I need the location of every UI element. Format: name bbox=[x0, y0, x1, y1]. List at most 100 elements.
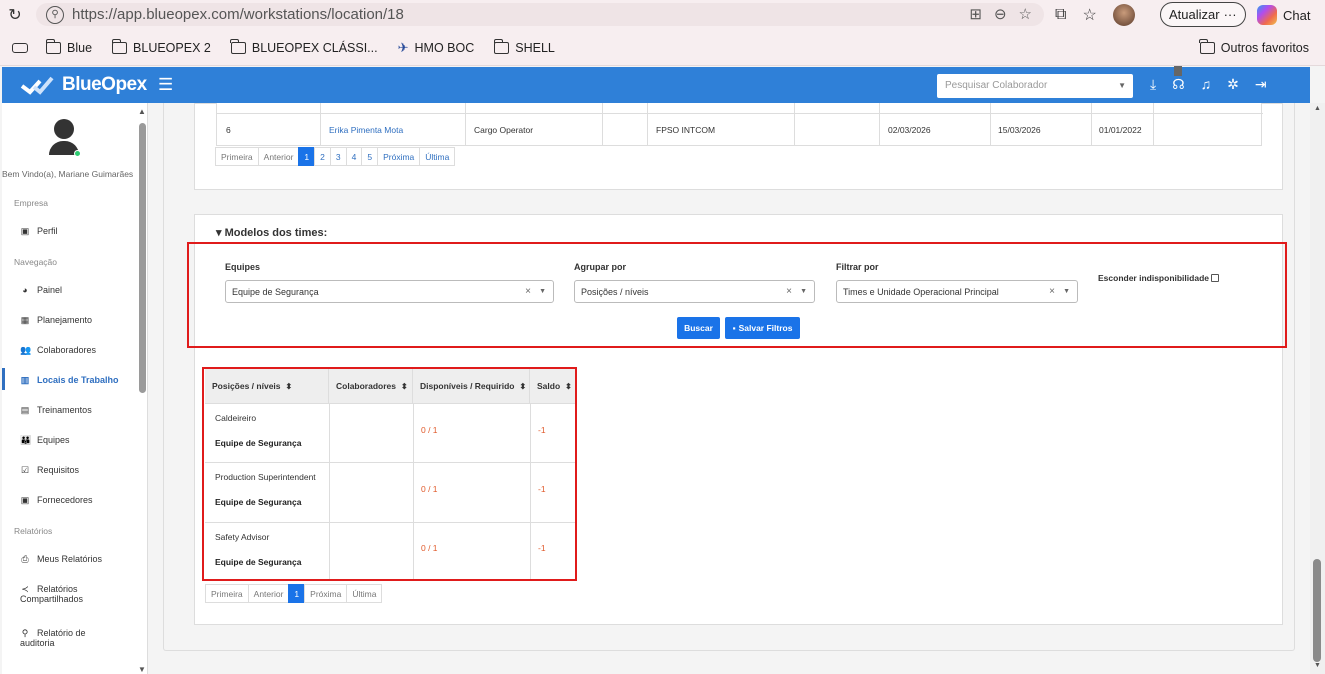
pager-page-2[interactable]: 2 bbox=[314, 147, 331, 166]
pager-next[interactable]: Próxima bbox=[304, 584, 348, 603]
sidebar-item-colaboradores[interactable]: 👥 Colaboradores bbox=[20, 345, 96, 356]
pager-page-1[interactable]: 1 bbox=[288, 584, 306, 603]
profile-avatar[interactable] bbox=[1112, 4, 1135, 26]
filtrar-select[interactable]: Times e Unidade Operacional Principal × … bbox=[836, 280, 1078, 303]
airplane-icon: ✈ bbox=[397, 39, 409, 55]
bookmark-blue[interactable]: Blue bbox=[45, 38, 93, 55]
address-bar[interactable]: ⚲ https://app.blueopex.com/workstations/… bbox=[36, 3, 1044, 26]
scroll-down-icon[interactable]: ▼ bbox=[1314, 662, 1321, 669]
save-filters-button[interactable]: ▪ Salvar Filtros bbox=[725, 317, 800, 339]
copilot-chat-button[interactable]: Chat bbox=[1257, 5, 1310, 25]
search-collaborator-select[interactable]: Pesquisar Colaborador ▼ bbox=[937, 74, 1133, 98]
bell-icon[interactable]: ♫ bbox=[1201, 76, 1212, 93]
sidebar-item-fornecedores[interactable]: ▣ Fornecedores bbox=[20, 495, 93, 506]
workers-table: 6 Erika Pimenta Mota Cargo Operator FPSO… bbox=[216, 103, 1263, 146]
url-text[interactable]: https://app.blueopex.com/workstations/lo… bbox=[72, 6, 404, 23]
sidebar-item-meus-relatorios[interactable]: ⎙ Meus Relatórios bbox=[20, 554, 102, 565]
clear-icon[interactable]: × bbox=[525, 286, 531, 297]
clear-icon[interactable]: × bbox=[1049, 286, 1055, 297]
sidebar-item-requisitos[interactable]: ☑ Requisitos bbox=[20, 465, 79, 476]
user-avatar[interactable] bbox=[49, 119, 81, 157]
download-icon[interactable]: ⤓ bbox=[1150, 76, 1156, 93]
pager-page-4[interactable]: 4 bbox=[345, 147, 363, 166]
sidebar-item-label: Treinamentos bbox=[37, 405, 92, 415]
pager-prev[interactable]: Anterior bbox=[257, 147, 300, 166]
results-highlight bbox=[202, 367, 577, 581]
bookmark-blueopex-2[interactable]: BLUEOPEX 2 bbox=[111, 38, 211, 55]
hide-unavailability-toggle[interactable]: Esconder indisponibilidade bbox=[1098, 273, 1219, 283]
sidebar-item-label: Locais de Trabalho bbox=[37, 375, 119, 385]
sidebar-item-equipes[interactable]: 👪 Equipes bbox=[20, 435, 70, 446]
pager-last[interactable]: Última bbox=[346, 584, 383, 603]
pager-page-1[interactable]: 1 bbox=[298, 147, 316, 166]
bookmark-shell[interactable]: SHELL bbox=[493, 38, 555, 55]
pager-first[interactable]: Primeira bbox=[205, 584, 249, 603]
online-status-dot bbox=[74, 150, 81, 157]
folder-icon bbox=[45, 38, 61, 54]
scroll-up-icon[interactable]: ▲ bbox=[1314, 105, 1321, 112]
folder-icon bbox=[111, 38, 128, 54]
hide-unavailability-label: Esconder indisponibilidade bbox=[1098, 273, 1209, 283]
pager-next[interactable]: Próxima bbox=[377, 147, 421, 166]
sidebar-item-locais-de-trabalho[interactable]: ▥ Locais de Trabalho bbox=[20, 375, 119, 386]
app-install-icon[interactable]: ⊞ bbox=[969, 5, 982, 23]
calendar-icon: ▦ bbox=[20, 315, 30, 325]
sidebar-item-relatorios-compartilhados[interactable]: ≺ Relatórios Compartilhados bbox=[20, 584, 83, 604]
sidebar-item-label: Requisitos bbox=[37, 465, 80, 475]
bookmark-blueopex-classico[interactable]: BLUEOPEX CLÁSSI... bbox=[230, 38, 378, 55]
brand-logo[interactable]: BlueOpex bbox=[20, 74, 147, 96]
logout-icon[interactable]: ⇥ bbox=[1255, 76, 1267, 93]
favorites-icon[interactable]: ☆ bbox=[1082, 5, 1096, 25]
scroll-down-icon[interactable]: ▼ bbox=[138, 665, 146, 674]
bookmark-hmo-boc[interactable]: ✈ HMO BOC bbox=[398, 40, 475, 56]
worker-name-link[interactable]: Erika Pimenta Mota bbox=[329, 125, 403, 135]
sidebar-item-planejamento[interactable]: ▦ Planejamento bbox=[20, 315, 92, 326]
sidebar-item-label: Meus Relatórios bbox=[37, 554, 103, 564]
hide-unavailability-checkbox[interactable] bbox=[1211, 274, 1219, 282]
favorite-star-icon[interactable]: ☆ bbox=[1019, 5, 1032, 23]
sidebar-item-perfil[interactable]: ▣ Perfil bbox=[20, 226, 58, 237]
pager-prev[interactable]: Anterior bbox=[247, 584, 290, 603]
agrupar-select[interactable]: Posições / níveis × ▼ bbox=[574, 280, 815, 303]
chevron-down-icon: ▼ bbox=[1118, 81, 1126, 90]
zoom-icon[interactable]: ⊖ bbox=[994, 5, 1007, 23]
chevron-down-icon: ▼ bbox=[1063, 288, 1070, 295]
extensions-icon[interactable]: ⧉ bbox=[1055, 6, 1066, 24]
sidebar-item-painel[interactable]: ◕ Painel bbox=[20, 285, 62, 295]
scroll-up-icon[interactable]: ▲ bbox=[138, 107, 146, 116]
reload-icon[interactable]: ↻ bbox=[0, 5, 30, 25]
chevron-down-icon: ▼ bbox=[800, 288, 807, 295]
copilot-icon bbox=[1257, 5, 1277, 25]
sidebar-item-label: Planejamento bbox=[37, 315, 93, 325]
sidebar-scrollbar[interactable]: ▲ ▼ bbox=[138, 107, 147, 674]
site-info-icon[interactable]: ⚲ bbox=[46, 5, 64, 24]
sidebar-item-relatorio-auditoria[interactable]: ⚲ Relatório de auditoria bbox=[20, 628, 86, 648]
save-filters-label: Salvar Filtros bbox=[738, 323, 793, 333]
equipes-label: Equipes bbox=[225, 262, 261, 272]
pager-last[interactable]: Última bbox=[419, 147, 456, 166]
search-button-label: Buscar bbox=[684, 323, 713, 333]
equipes-select[interactable]: Equipe de Segurança × ▼ bbox=[225, 280, 554, 303]
bookmark-tab-icon[interactable] bbox=[12, 42, 28, 53]
sidebar-item-treinamentos[interactable]: ▤ Treinamentos bbox=[20, 405, 92, 416]
pager-first[interactable]: Primeira bbox=[215, 147, 259, 166]
team-models-toggle[interactable]: ▾ Modelos dos times: bbox=[216, 226, 327, 239]
search-button[interactable]: Buscar bbox=[677, 317, 720, 339]
pager-page-5[interactable]: 5 bbox=[361, 147, 379, 166]
other-favorites[interactable]: Outros favoritos bbox=[1199, 39, 1309, 55]
support-icon[interactable]: ☊ bbox=[1172, 76, 1184, 93]
sidebar-item-label: Perfil bbox=[37, 226, 58, 236]
update-button[interactable]: Atualizar ··· bbox=[1160, 2, 1246, 27]
scrollbar-thumb[interactable] bbox=[1313, 559, 1321, 662]
dashboard-icon: ◕ bbox=[22, 285, 28, 295]
date-end: 15/03/2026 bbox=[998, 125, 1041, 135]
pager-page-3[interactable]: 3 bbox=[329, 147, 347, 166]
scrollbar-thumb[interactable] bbox=[139, 123, 146, 393]
bookmark-label: Blue bbox=[67, 40, 93, 55]
equipes-value: Equipe de Segurança bbox=[232, 287, 319, 297]
hamburger-menu-icon[interactable]: ☰ bbox=[158, 75, 173, 95]
clear-icon[interactable]: × bbox=[786, 286, 792, 297]
bookmark-label: BLUEOPEX 2 bbox=[133, 40, 211, 55]
page-scrollbar[interactable]: ▲ ▼ bbox=[1310, 103, 1325, 674]
gear-icon[interactable]: ✲ bbox=[1227, 76, 1239, 93]
